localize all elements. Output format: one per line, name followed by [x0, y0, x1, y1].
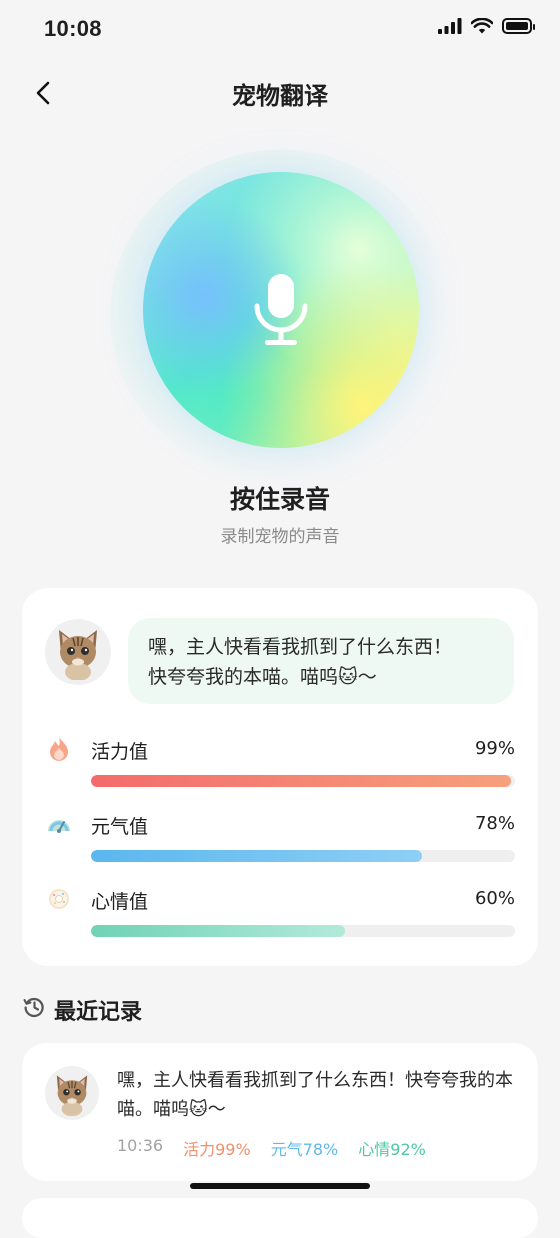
- page-title: 宠物翻译: [232, 82, 328, 110]
- metric-value: 60%: [474, 888, 515, 909]
- cat-avatar: [45, 619, 111, 685]
- metric-progress-track: [91, 775, 515, 787]
- history-cat-avatar: [45, 1066, 99, 1120]
- microphone-icon: [254, 274, 308, 345]
- history-record-time: 10:36: [117, 1136, 164, 1155]
- metric-progress-fill: [91, 850, 422, 862]
- record-button[interactable]: [143, 172, 419, 448]
- history-record-card-next[interactable]: [22, 1198, 538, 1238]
- energy-gauge-icon: [46, 811, 72, 837]
- metric-label: 活力值: [91, 741, 149, 763]
- battery-icon: [502, 18, 535, 34]
- history-title: 最近记录: [54, 1000, 143, 1025]
- record-title: 按住录音: [229, 485, 330, 514]
- metric-progress-fill: [91, 775, 511, 787]
- history-record-text: 嘿，主人快看看我抓到了什么东西！快夸夸我的本喵。喵呜🐱～: [117, 1070, 513, 1120]
- metric-label: 心情值: [91, 891, 149, 913]
- translation-line-2: 快夸夸我的本喵。喵呜🐱～: [148, 666, 377, 688]
- history-clock-icon: [23, 997, 44, 1017]
- translation-bubble: 嘿，主人快看看我抓到了什么东西！ 快夸夸我的本喵。喵呜🐱～: [128, 618, 514, 704]
- metric-label: 元气值: [91, 816, 149, 838]
- home-indicator: [190, 1183, 370, 1189]
- history-record-meta: 10:36 活力99% 元气78% 心情92%: [117, 1136, 426, 1160]
- mood-donut-icon: [46, 886, 72, 912]
- translation-line-1: 嘿，主人快看看我抓到了什么东西！: [148, 636, 453, 658]
- cat-face-icon: [59, 630, 97, 680]
- history-mood-tag: 心情92%: [358, 1140, 426, 1159]
- history-vitality-tag: 活力99%: [183, 1140, 251, 1159]
- wifi-icon: [471, 18, 493, 34]
- status-icons: [438, 18, 535, 34]
- cellular-signal-icon: [438, 18, 462, 34]
- metric-progress-fill: [91, 925, 346, 937]
- record-subtitle: 录制宠物的声音: [220, 527, 340, 547]
- cat-face-icon: [56, 1075, 88, 1116]
- metric-progress-track: [91, 925, 515, 937]
- history-energy-tag: 元气78%: [270, 1140, 339, 1159]
- status-time: 10:08: [44, 16, 102, 41]
- metric-value: 78%: [474, 813, 515, 834]
- flame-icon: [46, 736, 72, 762]
- metric-progress-track: [91, 850, 515, 862]
- metric-value: 99%: [474, 738, 515, 759]
